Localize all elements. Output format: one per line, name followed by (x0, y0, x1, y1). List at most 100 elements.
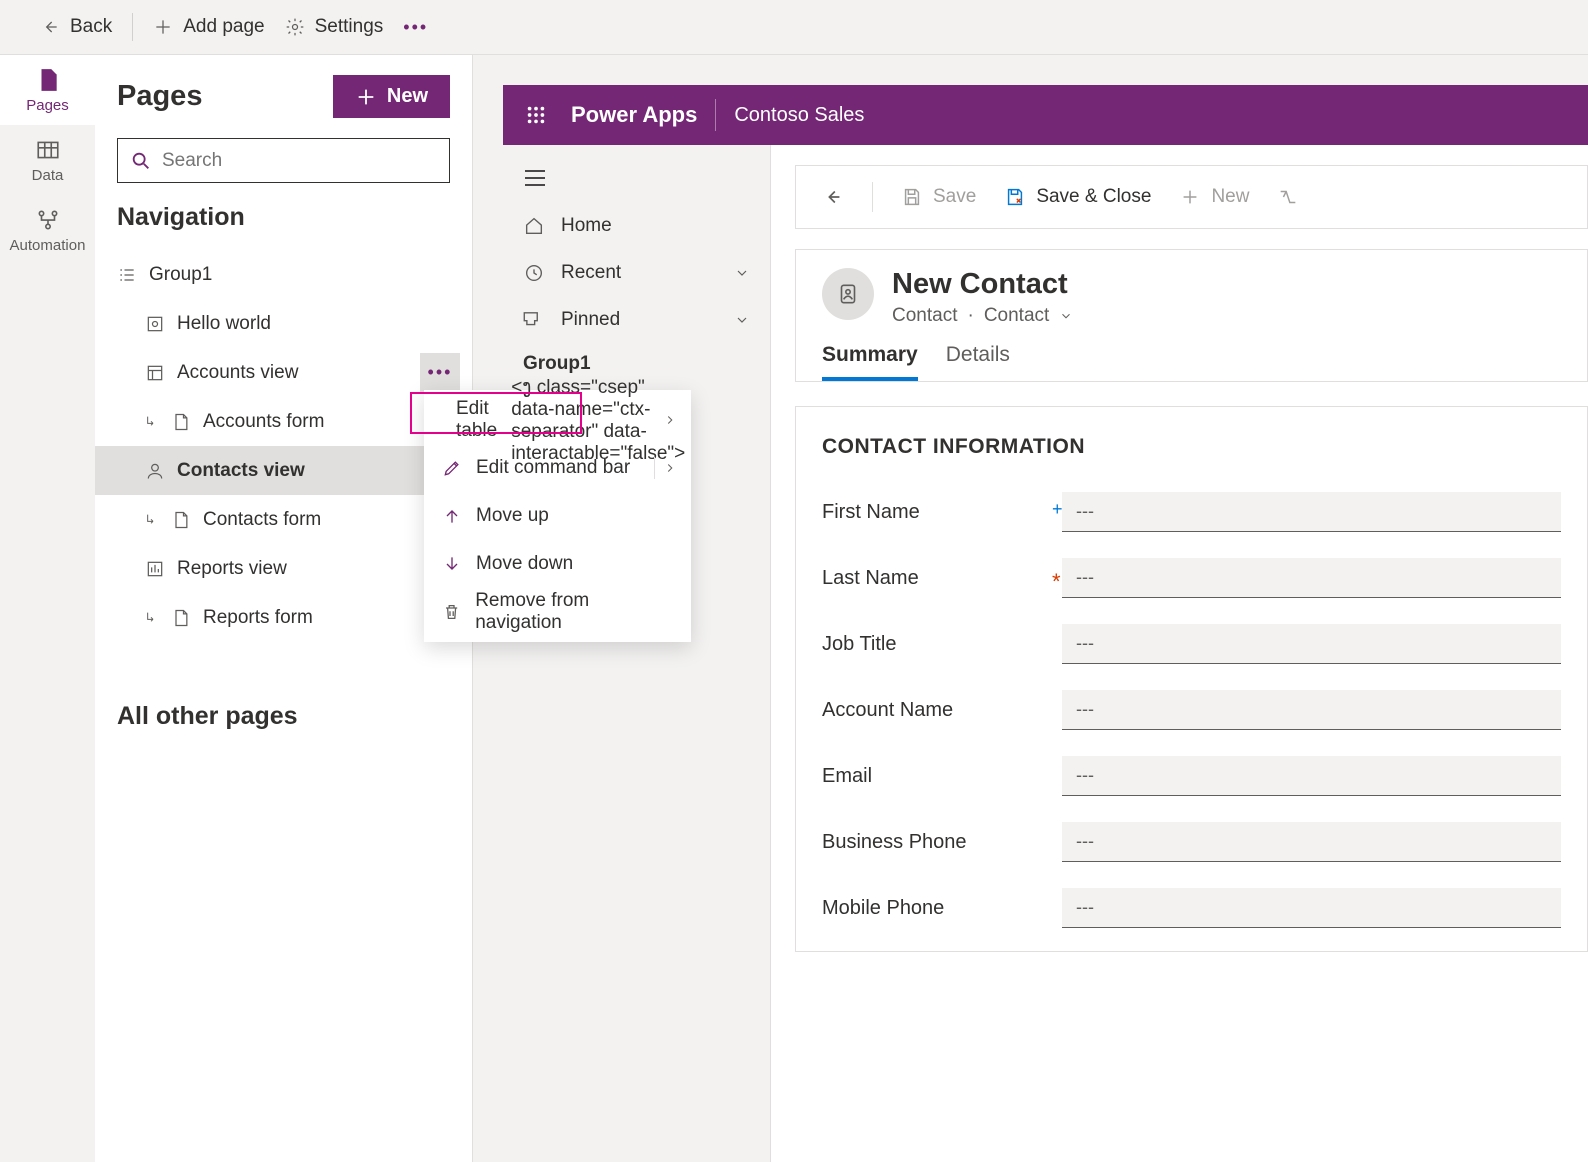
search-input[interactable] (162, 150, 437, 172)
rail-data-label: Data (32, 167, 64, 184)
add-page-button[interactable]: Add page (153, 16, 264, 38)
save-close-label: Save & Close (1036, 186, 1151, 208)
new-page-button[interactable]: New (333, 75, 450, 118)
nav-item-hello-world[interactable]: Hello world (95, 299, 472, 348)
all-other-pages-header: All other pages (95, 642, 472, 791)
field-row: First Name+--- (822, 479, 1561, 545)
save-close-button[interactable]: Save & Close (1004, 186, 1151, 208)
field-input[interactable]: --- (1062, 822, 1561, 862)
tab-summary[interactable]: Summary (822, 343, 918, 381)
back-button[interactable]: Back (40, 16, 112, 38)
required-indicator: * (1052, 569, 1061, 595)
more-button[interactable]: ••• (403, 17, 428, 38)
field-label: Job Title (822, 633, 1062, 656)
nav-item-contacts-view[interactable]: Contacts view (95, 446, 472, 495)
rail-pages-label: Pages (26, 97, 69, 114)
field-input[interactable]: --- (1062, 492, 1561, 532)
search-icon (130, 150, 152, 172)
plus-icon (153, 17, 173, 37)
search-box[interactable] (117, 138, 450, 183)
form-tabs: Summary Details (822, 343, 1561, 381)
nav-item-label: Contacts view (177, 460, 305, 482)
field-input[interactable]: --- (1062, 624, 1561, 664)
plus-icon (355, 86, 377, 108)
command-bar: Save Save & Close New (795, 165, 1588, 229)
nav-item-accounts-view[interactable]: Accounts view ••• (95, 348, 472, 397)
table-view-icon (145, 363, 165, 383)
app-name: Power Apps (571, 102, 697, 128)
plus-icon (1179, 186, 1201, 208)
nav-item-label: Contacts form (203, 509, 321, 531)
nav-home[interactable]: Home (503, 202, 770, 249)
field-input[interactable]: --- (1062, 558, 1561, 598)
back-label: Back (70, 16, 112, 38)
field-label: Mobile Phone (822, 897, 1062, 920)
save-label: Save (933, 186, 976, 208)
context-menu: Edit table <ງ class="csep" data-name="ct… (424, 390, 691, 642)
nav-item-accounts-form[interactable]: Accounts form (95, 397, 472, 446)
tab-details[interactable]: Details (946, 343, 1010, 381)
save-close-icon (1004, 186, 1026, 208)
ctx-remove[interactable]: Remove from navigation (424, 588, 691, 636)
field-label: Business Phone (822, 831, 1062, 854)
nav-recent[interactable]: Recent (503, 249, 770, 296)
form-subtitle: Contact · Contact (892, 305, 1073, 327)
settings-label: Settings (315, 16, 384, 38)
chevron-down-icon[interactable] (1059, 309, 1073, 323)
entity-label: Contact (892, 305, 957, 327)
field-row: Account Name--- (822, 677, 1561, 743)
flow-button[interactable] (1277, 186, 1299, 208)
recommended-indicator: + (1052, 499, 1063, 520)
nav-item-label: Accounts view (177, 362, 298, 384)
arrow-up-icon (442, 506, 462, 526)
arrow-left-icon (40, 17, 60, 37)
trash-icon (442, 602, 461, 622)
field-input[interactable]: --- (1062, 888, 1561, 928)
new-button[interactable]: New (1179, 186, 1249, 208)
person-icon (835, 281, 861, 307)
list-icon (117, 265, 137, 285)
form-header-card: New Contact Contact · Contact Summary De… (795, 249, 1588, 382)
ctx-edit-command-bar[interactable]: Edit command bar (424, 444, 691, 492)
header-separator (715, 99, 716, 131)
field-row: Business Phone--- (822, 809, 1561, 875)
dashboard-icon (145, 314, 165, 334)
rail-automation-label: Automation (10, 237, 86, 254)
flow-icon (35, 207, 61, 233)
form-name-label[interactable]: Contact (984, 305, 1049, 327)
chevron-down-icon (734, 312, 750, 328)
nav-item-reports-view[interactable]: Reports view (95, 544, 472, 593)
nav-item-more-button[interactable]: ••• (420, 353, 460, 393)
rail-automation[interactable]: Automation (0, 195, 95, 265)
rail-data[interactable]: Data (0, 125, 95, 195)
chevron-right-icon (663, 413, 677, 427)
top-toolbar: Back Add page Settings ••• (0, 0, 1588, 55)
save-button[interactable]: Save (901, 186, 976, 208)
nav-item-contacts-form[interactable]: Contacts form (95, 495, 472, 544)
settings-button[interactable]: Settings (285, 16, 384, 38)
pin-icon (523, 309, 545, 331)
app-main: Save Save & Close New (771, 145, 1588, 1162)
nav-group[interactable]: Group1 (95, 250, 472, 299)
field-input[interactable]: --- (1062, 690, 1561, 730)
nav-item-label: Accounts form (203, 411, 324, 433)
waffle-icon[interactable] (525, 104, 547, 126)
clock-icon (523, 262, 545, 284)
cmd-separator (872, 182, 873, 212)
avatar (822, 268, 874, 320)
left-rail: Pages Data Automation (0, 55, 95, 1162)
nav-item-label: Reports view (177, 558, 287, 580)
pencil-icon (442, 458, 462, 478)
ctx-edit-table[interactable]: Edit table <ງ class="csep" data-name="ct… (424, 396, 691, 444)
pages-panel: Pages New Navigation Group1 Hello world … (95, 55, 473, 1162)
rail-pages[interactable]: Pages (0, 55, 95, 125)
back-icon[interactable] (822, 186, 844, 208)
hamburger-button[interactable] (503, 159, 770, 202)
ctx-move-up[interactable]: Move up (424, 492, 691, 540)
ctx-move-down[interactable]: Move down (424, 540, 691, 588)
field-row: Last Name*--- (822, 545, 1561, 611)
nav-pinned[interactable]: Pinned (503, 296, 770, 343)
more-icon: ••• (403, 17, 428, 38)
field-input[interactable]: --- (1062, 756, 1561, 796)
nav-item-reports-form[interactable]: Reports form (95, 593, 472, 642)
